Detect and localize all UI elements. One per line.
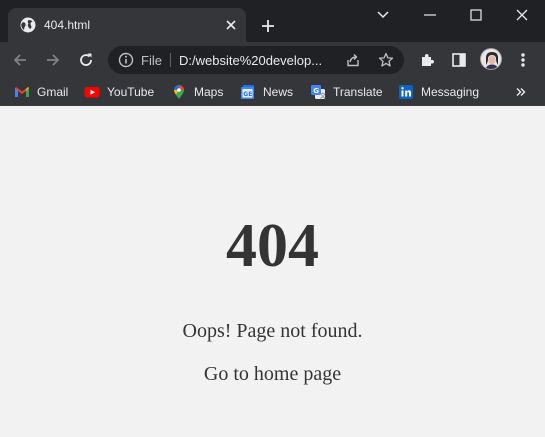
bookmark-label: Messaging [421,85,480,99]
bookmarks-bar: Gmail YouTube Maps GE News G 文 Translate… [0,78,545,106]
side-panel-icon[interactable] [445,46,473,74]
gmail-icon [14,84,30,100]
svg-text:GE: GE [243,91,252,98]
profile-avatar[interactable] [480,48,502,70]
bookmark-label: Maps [194,85,224,99]
share-icon[interactable] [345,52,361,68]
bookmark-youtube[interactable]: YouTube [84,83,154,101]
tab-search-icon[interactable] [360,0,406,30]
address-separator [170,53,171,67]
back-icon[interactable] [6,46,34,74]
new-tab-button[interactable] [256,14,280,38]
bookmark-label: News [263,85,294,99]
bookmark-label: Gmail [37,85,69,99]
svg-text:G: G [313,87,319,95]
close-tab-icon[interactable] [222,16,240,34]
tab-strip: 404.html [0,0,545,42]
page-content: 404 Oops! Page not found. Go to home pag… [0,111,545,437]
bookmark-label: YouTube [107,85,155,99]
menu-icon[interactable] [509,46,537,74]
linkedin-icon [398,84,414,100]
reload-icon[interactable] [72,46,100,74]
close-window-icon[interactable] [499,0,545,30]
news-icon: GE [240,84,256,100]
url-text[interactable]: D:/website%20develop... [179,53,322,68]
translate-icon: G 文 [310,84,326,100]
site-info-icon[interactable] [118,52,134,68]
forward-icon[interactable] [39,46,67,74]
bookmark-maps[interactable]: Maps [171,83,223,101]
extensions-icon[interactable] [413,46,441,74]
bookmark-news[interactable]: GE News [240,83,293,101]
tab-title: 404.html [44,18,91,32]
minimize-icon[interactable] [407,0,453,30]
youtube-icon [84,84,100,100]
maps-icon [171,84,187,100]
bookmark-label: Translate [333,85,383,99]
bookmark-translate[interactable]: G 文 Translate [310,83,383,101]
chevron-double-right-icon[interactable] [512,83,530,101]
bookmark-star-icon[interactable] [378,52,394,68]
error-code-heading: 404 [226,212,319,280]
globe-icon [20,17,36,33]
bookmark-messaging[interactable]: Messaging [398,83,479,101]
home-page-link[interactable]: Go to home page [200,362,345,386]
tab-active[interactable]: 404.html [8,8,246,42]
svg-text:文: 文 [320,92,326,100]
url-scheme-label: File [141,53,162,68]
maximize-icon[interactable] [453,0,499,30]
bookmark-gmail[interactable]: Gmail [14,83,68,101]
browser-toolbar: File D:/website%20develop... [0,42,545,78]
error-message: Oops! Page not found. [182,320,363,342]
address-bar[interactable]: File D:/website%20develop... [108,46,404,74]
